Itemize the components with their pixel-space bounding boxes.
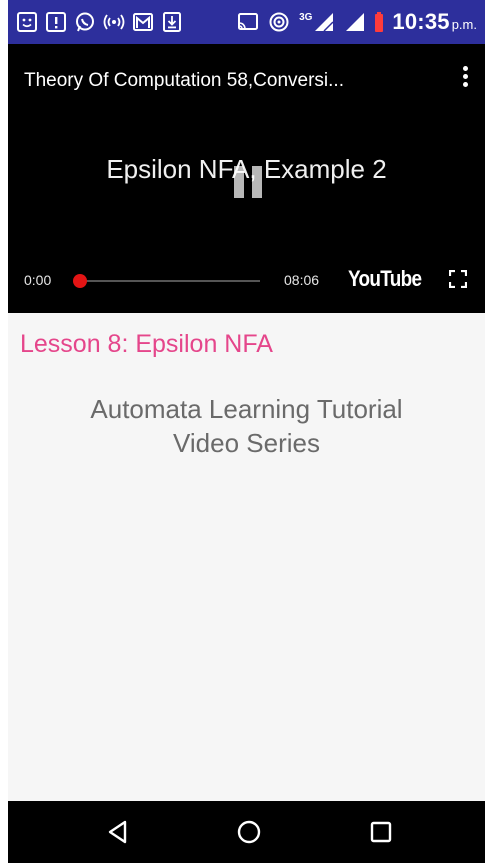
- whatsapp-icon: [74, 11, 96, 33]
- status-clock: 10:35 p.m.: [392, 9, 477, 35]
- gmail-icon: [132, 11, 154, 33]
- current-time: 0:00: [24, 272, 52, 288]
- more-options-icon[interactable]: [457, 66, 473, 92]
- download-icon: [161, 11, 183, 33]
- signal-3g-icon: [313, 11, 335, 33]
- status-bar: 3G 10:35 p.m.: [8, 0, 485, 44]
- system-icons: 3G 10:35 p.m.: [237, 9, 477, 35]
- pause-icon[interactable]: [230, 166, 266, 202]
- video-title: Theory Of Computation 58,Conversi...: [24, 70, 344, 91]
- series-subtitle: Automata Learning Tutorial Video Series: [8, 392, 485, 460]
- alert-notification-icon: [45, 11, 67, 33]
- clock-time: 10:35: [392, 9, 450, 34]
- cast-icon: [237, 11, 259, 33]
- network-type-label: 3G: [299, 11, 313, 23]
- home-icon[interactable]: [234, 817, 264, 847]
- seek-bar[interactable]: [80, 280, 260, 282]
- fullscreen-icon[interactable]: [448, 269, 468, 289]
- recents-icon[interactable]: [366, 817, 396, 847]
- player-controls: 0:00 08:06 YouTube: [8, 264, 485, 294]
- signal-icon: [344, 11, 366, 33]
- wifi-hotspot-icon: [268, 11, 290, 33]
- lesson-title: Lesson 8: Epsilon NFA: [20, 330, 273, 358]
- subtitle-line-1: Automata Learning Tutorial: [90, 394, 403, 424]
- clock-ampm: p.m.: [451, 17, 477, 32]
- navigation-bar: [8, 801, 485, 863]
- app-frame: 3G 10:35 p.m. Theory Of Computation 58,C…: [8, 0, 485, 863]
- back-icon[interactable]: [103, 817, 133, 847]
- youtube-logo[interactable]: YouTube: [348, 266, 422, 292]
- notification-icons: [16, 11, 183, 33]
- face-notification-icon: [16, 11, 38, 33]
- subtitle-line-2: Video Series: [173, 428, 320, 458]
- seek-thumb[interactable]: [73, 274, 87, 288]
- hotspot-icon: [103, 11, 125, 33]
- video-player[interactable]: Theory Of Computation 58,Conversi... Eps…: [8, 44, 485, 313]
- battery-low-icon: [375, 12, 384, 32]
- duration: 08:06: [284, 272, 320, 288]
